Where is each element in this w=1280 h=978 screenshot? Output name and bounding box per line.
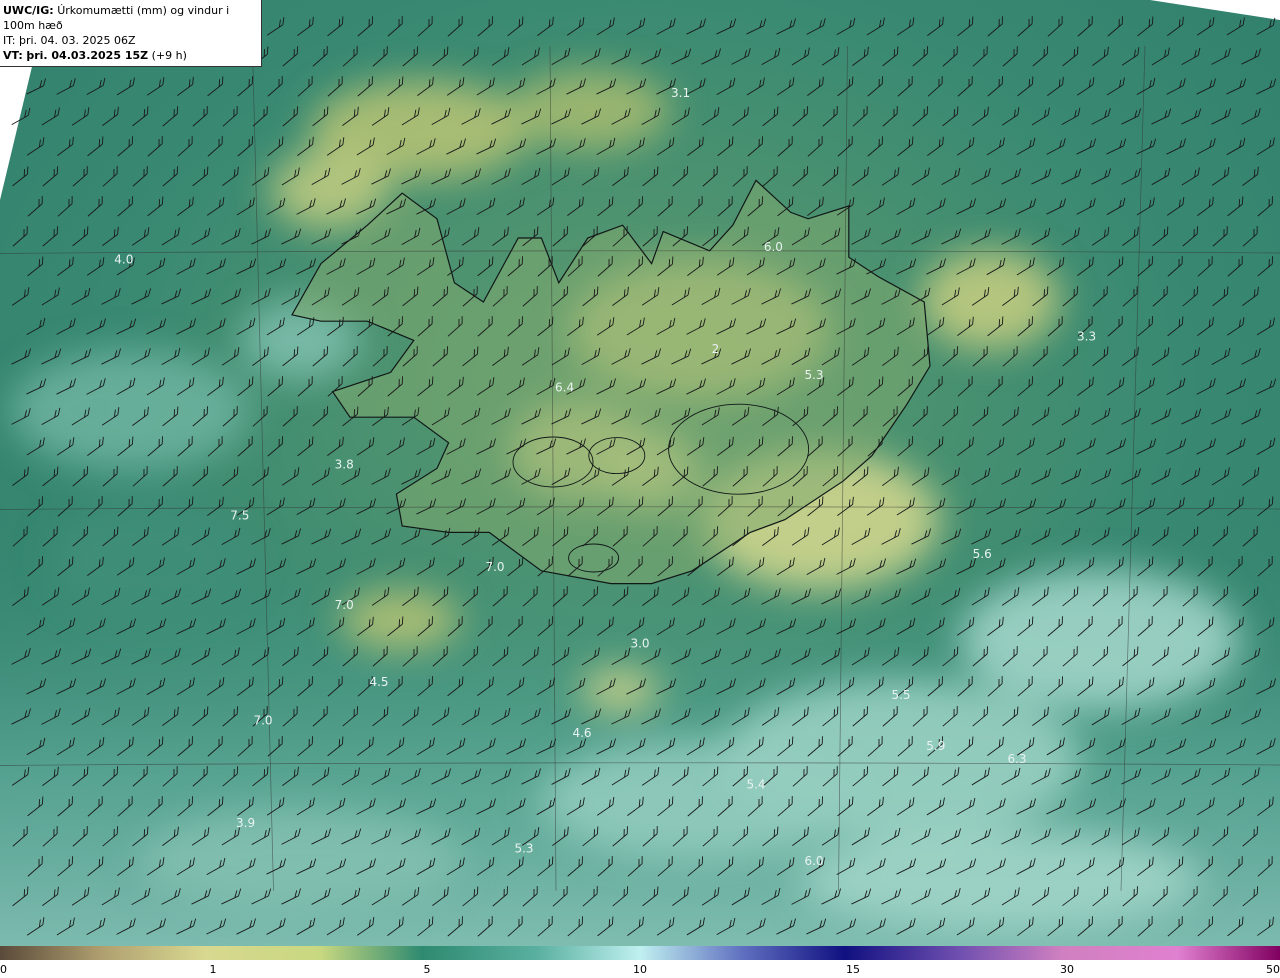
value-label: 3.3 — [1077, 329, 1096, 343]
value-label: 6.4 — [555, 381, 574, 395]
colorbar-gradient — [0, 946, 1280, 960]
precip-blob — [800, 830, 1200, 930]
precip-blob — [340, 590, 460, 650]
precip-blob — [270, 150, 390, 230]
value-label: 3.1 — [671, 86, 690, 100]
colorbar-tick-label: 10 — [633, 963, 647, 976]
value-label: 4.0 — [114, 253, 133, 267]
value-label: 3.0 — [630, 637, 649, 651]
colorbar-tick-label: 15 — [846, 963, 860, 976]
precip-blob — [140, 810, 460, 910]
colorbar-tick-label: 30 — [1060, 963, 1074, 976]
precip-blob — [510, 70, 670, 150]
value-label: 7.0 — [335, 598, 354, 612]
init-time-line: IT: þri. 04. 03. 2025 06Z — [3, 34, 136, 47]
valid-time-line: VT: þri. 04.03.2025 15Z (+9 h) — [3, 49, 187, 62]
value-label: 2 — [712, 342, 720, 356]
value-label: 7.0 — [253, 713, 272, 727]
colorbar-tick-label: 5 — [423, 963, 431, 976]
title-line: UWC/IG: Úrkomumætti (mm) og vindur i 100… — [3, 4, 230, 32]
value-label: 4.6 — [572, 726, 591, 740]
value-label: 6.0 — [804, 854, 823, 868]
value-label: 7.0 — [485, 560, 504, 574]
colorbar-tick-label: 0 — [0, 963, 7, 976]
value-label: 3.8 — [335, 457, 354, 471]
value-label: 3.9 — [236, 816, 255, 830]
precip-blob — [960, 570, 1240, 710]
value-label: 6.0 — [764, 240, 783, 254]
value-label: 5.9 — [926, 739, 945, 753]
value-label: 5.4 — [746, 777, 765, 791]
precip-blob — [580, 668, 660, 712]
value-label: 4.5 — [369, 675, 388, 689]
value-label: 5.3 — [804, 368, 823, 382]
precip-blob — [10, 350, 250, 470]
value-label: 6.3 — [1007, 752, 1026, 766]
colorbar-tick-label: 1 — [209, 963, 217, 976]
value-label: 5.6 — [973, 547, 992, 561]
colorbar-tick-label: 50 — [1266, 963, 1280, 976]
forecast-map: 3.1 4.0 6.0 3.3 2 5.3 6.4 3.8 7.5 7.0 5.6 7.0 3.0 4.5… — [0, 0, 1280, 946]
value-label: 7.5 — [230, 509, 249, 523]
value-label: 5.5 — [891, 688, 910, 702]
precip-blob — [920, 250, 1060, 350]
colorbar: 0 1 5 10 15 30 50 — [0, 946, 1280, 978]
precip-blob — [50, 500, 250, 620]
info-box: UWC/IG: Úrkomumætti (mm) og vindur i 100… — [0, 0, 262, 67]
value-label: 5.3 — [514, 841, 533, 855]
